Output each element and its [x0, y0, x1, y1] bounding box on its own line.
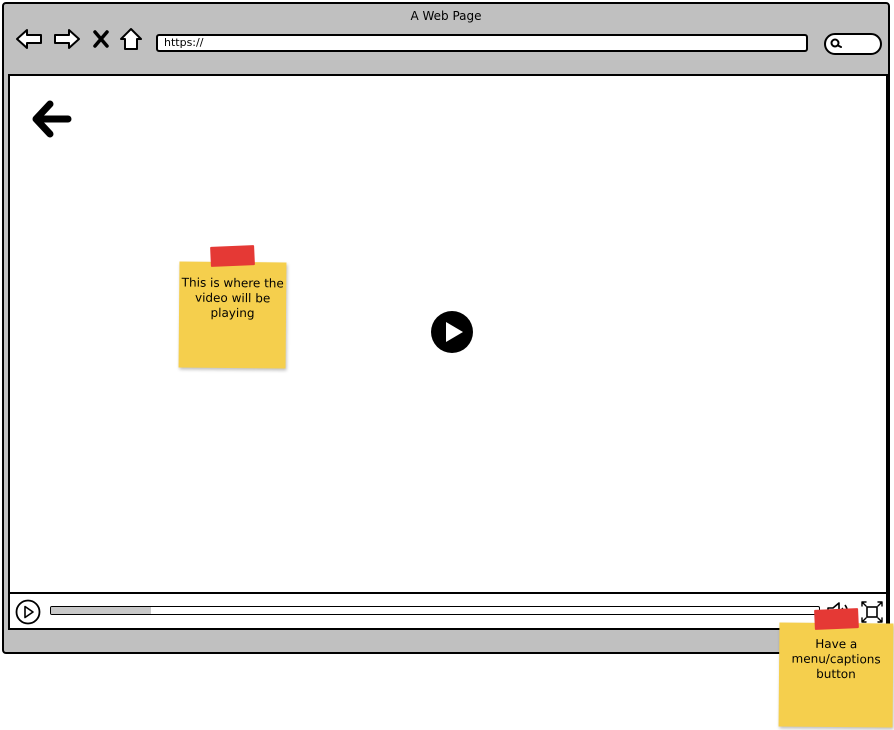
fullscreen-button[interactable] [859, 599, 885, 625]
fullscreen-icon [861, 601, 883, 623]
progress-bar[interactable] [50, 606, 820, 615]
sticky-note-text: This is where the video will be playing [181, 275, 284, 321]
progress-fill [51, 607, 151, 614]
home-button[interactable] [116, 24, 146, 54]
arrow-left-icon [16, 29, 42, 49]
sticky-note-video: This is where the video will be playing [178, 245, 287, 369]
home-icon [120, 28, 142, 50]
search-button[interactable] [824, 33, 882, 55]
video-viewport [8, 74, 888, 630]
tape [814, 608, 859, 630]
controls-play-button[interactable] [15, 599, 41, 625]
sticky-note-text: Have a menu/captions button [791, 636, 881, 682]
play-icon [431, 311, 473, 353]
tape [210, 245, 255, 267]
close-icon [93, 30, 109, 48]
arrow-right-icon [54, 29, 80, 49]
address-bar[interactable]: https:// [156, 34, 808, 52]
play-icon [15, 599, 41, 625]
search-icon [830, 38, 842, 48]
page-back-button[interactable] [30, 98, 74, 142]
video-play-button[interactable] [430, 310, 474, 354]
forward-button[interactable] [52, 24, 82, 54]
sticky-note-menu: Have a menu/captions button [778, 608, 894, 728]
browser-window: A Web Page https:// [2, 2, 890, 654]
back-arrow-icon [32, 100, 72, 138]
player-controls [10, 592, 886, 628]
back-button[interactable] [14, 24, 44, 54]
stop-button[interactable] [86, 24, 116, 54]
